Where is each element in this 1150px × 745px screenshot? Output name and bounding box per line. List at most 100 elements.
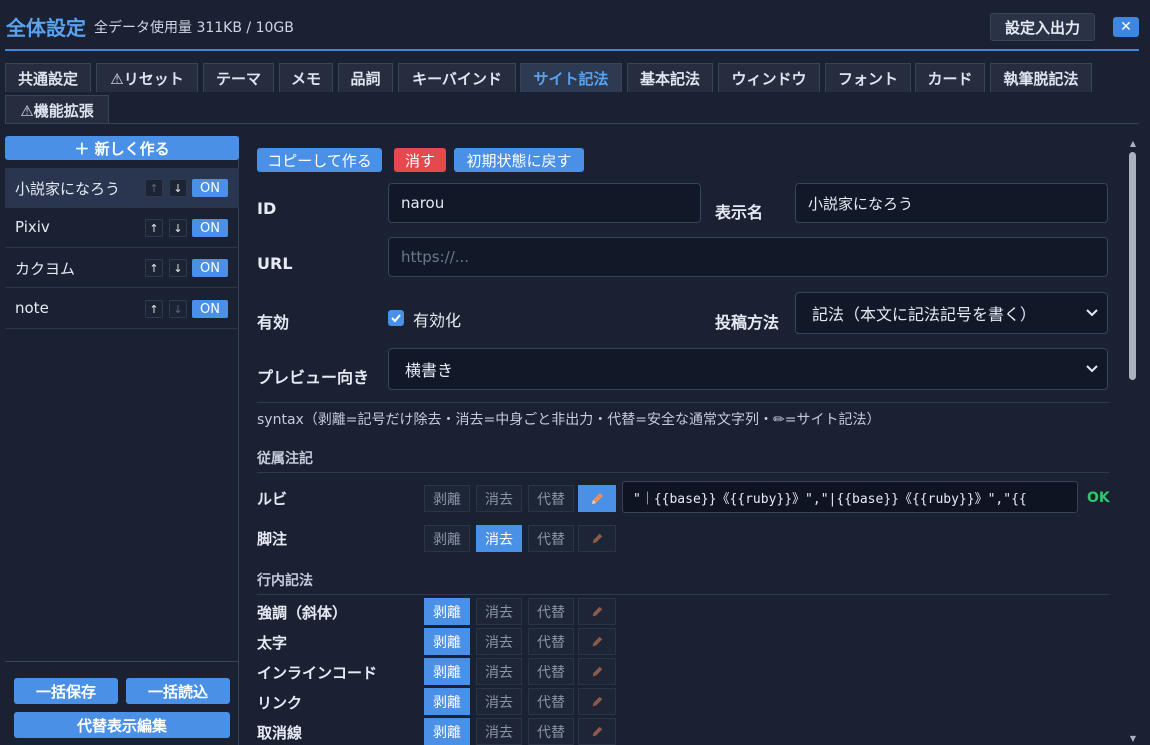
bulk-save-button[interactable]: 一括保存 — [14, 678, 118, 704]
erase-button[interactable]: 消去 — [476, 628, 522, 655]
row-label-emphasis: 強調（斜体） — [257, 604, 348, 622]
strip-button[interactable]: 剥離 — [424, 688, 470, 715]
tab-keybind[interactable]: キーバインド — [398, 63, 516, 92]
strip-button[interactable]: 剥離 — [424, 658, 470, 685]
site-toggle[interactable]: ON — [192, 179, 228, 197]
site-item-note[interactable]: note ↑ ↓ ON — [5, 289, 239, 329]
alt-button[interactable]: 代替 — [528, 688, 574, 715]
row-label-bold: 太字 — [257, 634, 288, 652]
preview-direction-value: 横書き — [405, 361, 454, 380]
erase-button[interactable]: 消去 — [476, 688, 522, 715]
chevron-down-icon — [1086, 309, 1098, 317]
strip-button[interactable]: 剥離 — [424, 485, 470, 512]
site-name: Pixiv — [15, 218, 50, 236]
alt-button[interactable]: 代替 — [528, 658, 574, 685]
alt-display-edit-button[interactable]: 代替表示編集 — [14, 712, 230, 738]
move-down-icon[interactable]: ↓ — [169, 259, 187, 277]
tabs-divider — [5, 123, 1139, 124]
tab-card[interactable]: カード — [915, 63, 985, 92]
copy-button[interactable]: コピーして作る — [257, 148, 382, 172]
pencil-icon[interactable] — [578, 525, 616, 552]
site-sidebar: ＋ 新しく作る 小説家になろう ↑ ↓ ON Pixiv ↑ ↓ ON カクヨム… — [5, 136, 239, 745]
display-name-field[interactable]: 小説家になろう — [795, 183, 1108, 223]
tab-parts-of-speech[interactable]: 品詞 — [338, 63, 393, 92]
tab-reset[interactable]: ⚠リセット — [96, 63, 198, 92]
pencil-icon[interactable] — [578, 485, 616, 512]
sidebar-divider — [5, 661, 239, 662]
move-up-icon[interactable]: ↑ — [145, 179, 163, 197]
site-item-kakuyomu[interactable]: カクヨム ↑ ↓ ON — [5, 248, 239, 288]
tab-site-syntax[interactable]: サイト記法 — [520, 63, 622, 92]
preview-direction-label: プレビュー向き — [257, 368, 370, 387]
move-up-icon[interactable]: ↑ — [145, 259, 163, 277]
bulk-load-button[interactable]: 一括読込 — [126, 678, 230, 704]
new-site-button[interactable]: ＋ 新しく作る — [5, 136, 239, 160]
reset-default-button[interactable]: 初期状態に戻す — [454, 148, 584, 172]
move-up-icon[interactable]: ↑ — [145, 300, 163, 318]
divider — [257, 472, 1109, 473]
alt-button[interactable]: 代替 — [528, 525, 574, 552]
tab-common[interactable]: 共通設定 — [5, 63, 91, 92]
alt-button[interactable]: 代替 — [528, 485, 574, 512]
move-down-icon[interactable]: ↓ — [169, 179, 187, 197]
ruby-template-input[interactable]: "｜{{base}}《{{ruby}}》","|{{base}}《{{ruby}… — [622, 481, 1078, 513]
tab-writing-syntax[interactable]: 執筆脱記法 — [990, 63, 1092, 92]
id-label: ID — [257, 199, 277, 218]
scroll-down-icon[interactable]: ▼ — [1127, 733, 1139, 743]
post-method-select[interactable]: 記法（本文に記法記号を書く） — [795, 292, 1108, 334]
divider — [257, 594, 1109, 595]
post-method-value: 記法（本文に記法記号を書く） — [812, 305, 1037, 324]
tab-theme[interactable]: テーマ — [203, 63, 274, 92]
header: 全体設定 全データ使用量 311KB / 10GB 設定入出力 ✕ — [0, 0, 1150, 52]
pencil-icon[interactable] — [578, 688, 616, 715]
section-title-inline: 行内記法 — [257, 573, 313, 589]
erase-button[interactable]: 消去 — [476, 485, 522, 512]
pencil-icon[interactable] — [578, 718, 616, 745]
display-name-label: 表示名 — [715, 203, 764, 222]
tab-memo[interactable]: メモ — [279, 63, 333, 92]
site-toggle[interactable]: ON — [192, 219, 228, 237]
strip-button[interactable]: 剥離 — [424, 628, 470, 655]
alt-button[interactable]: 代替 — [528, 718, 574, 745]
erase-button[interactable]: 消去 — [476, 658, 522, 685]
site-name: カクヨム — [15, 260, 76, 278]
erase-button[interactable]: 消去 — [476, 525, 522, 552]
site-item-narou[interactable]: 小説家になろう ↑ ↓ ON — [5, 168, 239, 208]
row-label-strikethrough: 取消線 — [257, 724, 303, 742]
close-icon[interactable]: ✕ — [1113, 17, 1139, 37]
move-down-icon[interactable]: ↓ — [169, 219, 187, 237]
tab-font[interactable]: フォント — [825, 63, 911, 92]
move-down-icon[interactable]: ↓ — [169, 300, 187, 318]
site-toggle[interactable]: ON — [192, 259, 228, 277]
tab-basic-syntax[interactable]: 基本記法 — [627, 63, 713, 92]
site-toggle[interactable]: ON — [192, 300, 228, 318]
pencil-icon[interactable] — [578, 598, 616, 625]
erase-button[interactable]: 消去 — [476, 718, 522, 745]
pencil-icon[interactable] — [578, 628, 616, 655]
site-item-pixiv[interactable]: Pixiv ↑ ↓ ON — [5, 208, 239, 248]
strip-button[interactable]: 剥離 — [424, 525, 470, 552]
scrollbar-thumb[interactable] — [1129, 152, 1136, 380]
delete-button[interactable]: 消す — [394, 148, 446, 172]
pencil-icon[interactable] — [578, 658, 616, 685]
settings-io-button[interactable]: 設定入出力 — [990, 13, 1095, 41]
enabled-checkbox[interactable] — [388, 310, 404, 326]
alt-button[interactable]: 代替 — [528, 598, 574, 625]
row-label-ruby: ルビ — [257, 490, 288, 508]
erase-button[interactable]: 消去 — [476, 598, 522, 625]
strip-button[interactable]: 剥離 — [424, 718, 470, 745]
url-input[interactable]: https://... — [388, 237, 1108, 277]
enabled-label: 有効 — [257, 313, 290, 332]
template-status: OK — [1087, 490, 1110, 506]
tab-extensions[interactable]: ⚠機能拡張 — [5, 95, 109, 124]
strip-button[interactable]: 剥離 — [424, 598, 470, 625]
chevron-down-icon — [1086, 365, 1098, 373]
preview-direction-select[interactable]: 横書き — [388, 348, 1108, 390]
url-label: URL — [257, 254, 293, 273]
alt-button[interactable]: 代替 — [528, 628, 574, 655]
move-up-icon[interactable]: ↑ — [145, 219, 163, 237]
scroll-up-icon[interactable]: ▲ — [1127, 138, 1139, 148]
tab-window[interactable]: ウィンドウ — [718, 63, 820, 92]
site-name: note — [15, 299, 49, 317]
id-field[interactable]: narou — [388, 183, 701, 223]
